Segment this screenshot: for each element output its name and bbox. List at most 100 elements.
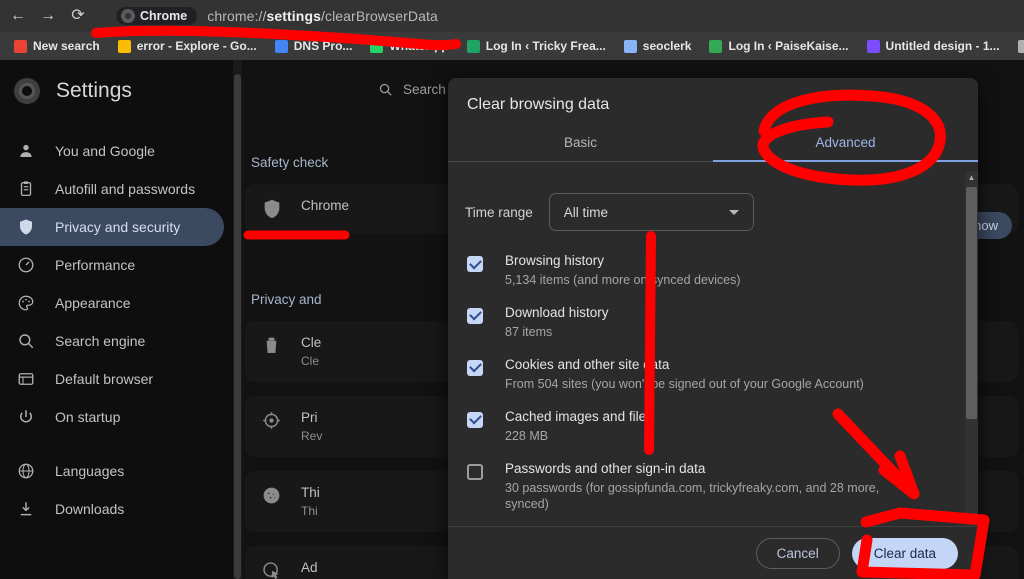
time-range-select[interactable]: All time bbox=[548, 193, 754, 231]
forward-icon[interactable]: → bbox=[33, 1, 63, 31]
privacy-row-title: Thi bbox=[301, 485, 320, 500]
privacy-row-subtitle: Rev bbox=[301, 429, 323, 443]
bookmarks-bar: New search error - Explore - Go... DNS Pro… bbox=[0, 32, 1024, 60]
settings-brand: Settings bbox=[0, 60, 237, 104]
browser-toolbar: ← → ⟳ Chrome chrome://settings/clearBrow… bbox=[0, 0, 1024, 32]
time-range-row: Time range All time bbox=[448, 171, 978, 231]
sidebar-item-label: On startup bbox=[55, 409, 121, 425]
chrome-chip[interactable]: Chrome bbox=[116, 7, 198, 25]
sidebar-item-on-startup[interactable]: On startup bbox=[0, 398, 224, 436]
address-bar-url: chrome://settings/clearBrowserData bbox=[207, 8, 438, 24]
bookmark-label: seoclerk bbox=[642, 39, 692, 53]
nav-separator bbox=[0, 436, 237, 452]
dialog-body: Time range All time Browsing history 5,13… bbox=[448, 171, 978, 526]
cookie-icon bbox=[261, 485, 283, 507]
bookmark-item[interactable]: error - Explore - Go... bbox=[109, 34, 266, 58]
bookmark-item[interactable]: seoclerk bbox=[615, 34, 701, 58]
sidebar-item-downloads[interactable]: Downloads bbox=[0, 490, 224, 528]
bookmark-label: error - Explore - Go... bbox=[136, 39, 257, 53]
url-prefix: chrome:// bbox=[207, 8, 267, 24]
person-icon bbox=[16, 142, 35, 161]
option-title: Cached images and files bbox=[505, 408, 653, 424]
bookmark-item[interactable] bbox=[1009, 34, 1024, 58]
data-type-option[interactable]: Cached images and files 228 MB bbox=[448, 401, 978, 453]
bookmark-item[interactable]: Untitled design - 1... bbox=[858, 34, 1009, 58]
trash-icon bbox=[261, 335, 283, 357]
bookmark-item[interactable]: New search bbox=[5, 34, 109, 58]
bookmark-label: DNS Pro... bbox=[293, 39, 353, 53]
data-type-option[interactable]: Cookies and other site data From 504 site… bbox=[448, 349, 978, 401]
sidebar-item-label: Performance bbox=[55, 257, 136, 273]
data-type-option[interactable]: Download history 87 items bbox=[448, 297, 978, 349]
checkbox-unchecked[interactable] bbox=[467, 463, 483, 480]
clear-browsing-data-dialog: Clear browsing data Basic Advanced Time … bbox=[448, 78, 978, 579]
tab-advanced[interactable]: Advanced bbox=[713, 126, 978, 162]
option-title: Passwords and other sign-in data bbox=[505, 460, 706, 476]
scroll-down-arrow-icon[interactable]: ▼ bbox=[965, 513, 978, 526]
checkbox-checked[interactable] bbox=[467, 359, 483, 376]
bookmark-label: WhatsApp bbox=[389, 39, 449, 53]
option-title: Download history bbox=[505, 304, 609, 320]
scroll-up-arrow-icon[interactable]: ▲ bbox=[965, 171, 978, 184]
data-type-option[interactable]: Passwords and other sign-in data 30 passw… bbox=[448, 453, 978, 522]
sidebar-item-performance[interactable]: Performance bbox=[0, 246, 224, 284]
page-scrollbar[interactable] bbox=[233, 60, 242, 579]
speedometer-icon bbox=[16, 256, 35, 275]
sidebar-item-default-browser[interactable]: Default browser bbox=[0, 360, 224, 398]
dialog-scrollbar-thumb[interactable] bbox=[966, 187, 977, 419]
search-icon bbox=[16, 332, 35, 351]
privacy-row-title: Ad bbox=[301, 560, 318, 575]
sidebar-item-label: Privacy and security bbox=[55, 219, 181, 235]
sidebar-item-privacy-and-security[interactable]: Privacy and security bbox=[0, 208, 224, 246]
bookmark-favicon-icon bbox=[14, 39, 27, 53]
bookmark-item[interactable]: Log In ‹ PaiseKaise... bbox=[700, 34, 857, 58]
bookmark-item[interactable]: Log In ‹ Tricky Frea... bbox=[458, 34, 615, 58]
chrome-chip-label: Chrome bbox=[140, 9, 188, 23]
safety-check-title: Chrome bbox=[301, 198, 350, 213]
bookmark-favicon-icon bbox=[623, 39, 637, 53]
option-subtitle: 87 items bbox=[505, 324, 553, 339]
browser-window: ← → ⟳ Chrome chrome://settings/clearBrow… bbox=[0, 0, 1024, 579]
chevron-down-icon bbox=[728, 209, 739, 215]
page-scrollbar-thumb[interactable] bbox=[234, 74, 241, 579]
data-type-option[interactable]: Browsing history 5,134 items (and more on… bbox=[448, 245, 978, 297]
cancel-button[interactable]: Cancel bbox=[755, 537, 840, 569]
chrome-logo-icon bbox=[14, 78, 40, 104]
reload-icon[interactable]: ⟳ bbox=[63, 1, 93, 31]
sidebar-item-label: Languages bbox=[55, 463, 125, 479]
bookmark-favicon-icon bbox=[866, 39, 880, 53]
url-suffix: /clearBrowserData bbox=[320, 8, 438, 24]
checkbox-checked[interactable] bbox=[467, 411, 483, 428]
dialog-scrollbar[interactable]: ▲ ▼ bbox=[965, 171, 978, 526]
settings-sidebar: Settings You and Google Autofill and pass… bbox=[0, 60, 237, 579]
tab-active-indicator bbox=[713, 160, 978, 162]
bookmark-label: Untitled design - 1... bbox=[885, 39, 1000, 53]
address-bar[interactable]: Chrome chrome://settings/clearBrowserDat… bbox=[106, 3, 1024, 29]
dialog-title: Clear browsing data bbox=[467, 96, 610, 113]
sidebar-item-appearance[interactable]: Appearance bbox=[0, 284, 224, 322]
tab-basic[interactable]: Basic bbox=[448, 126, 713, 162]
sidebar-item-languages[interactable]: Languages bbox=[0, 452, 224, 490]
sidebar-item-label: Autofill and passwords bbox=[55, 181, 196, 197]
dialog-tabs: Basic Advanced bbox=[448, 126, 978, 162]
clear-data-button[interactable]: Clear data bbox=[851, 537, 958, 569]
sidebar-item-label: Search engine bbox=[55, 333, 146, 349]
sidebar-item-you-and-google[interactable]: You and Google bbox=[0, 132, 224, 170]
back-icon[interactable]: ← bbox=[3, 1, 33, 31]
clipboard-icon bbox=[16, 180, 35, 199]
checkbox-checked[interactable] bbox=[467, 256, 483, 272]
chrome-logo-icon bbox=[121, 9, 135, 23]
shield-check-icon bbox=[264, 199, 280, 219]
bookmark-item[interactable]: DNS Pro... bbox=[266, 34, 362, 58]
bookmark-item[interactable]: WhatsApp bbox=[361, 34, 457, 58]
url-highlight: settings bbox=[266, 8, 321, 24]
page-title: Settings bbox=[56, 79, 132, 102]
palette-icon bbox=[16, 294, 35, 313]
option-subtitle: From 504 sites (you won't be signed out … bbox=[505, 376, 864, 391]
sidebar-item-label: Appearance bbox=[55, 295, 131, 311]
checkbox-checked[interactable] bbox=[467, 307, 483, 324]
privacy-row-title: Cle bbox=[301, 335, 322, 350]
sidebar-item-search-engine[interactable]: Search engine bbox=[0, 322, 224, 360]
bookmark-favicon-icon bbox=[274, 39, 288, 53]
sidebar-item-autofill-and-passwords[interactable]: Autofill and passwords bbox=[0, 170, 224, 208]
